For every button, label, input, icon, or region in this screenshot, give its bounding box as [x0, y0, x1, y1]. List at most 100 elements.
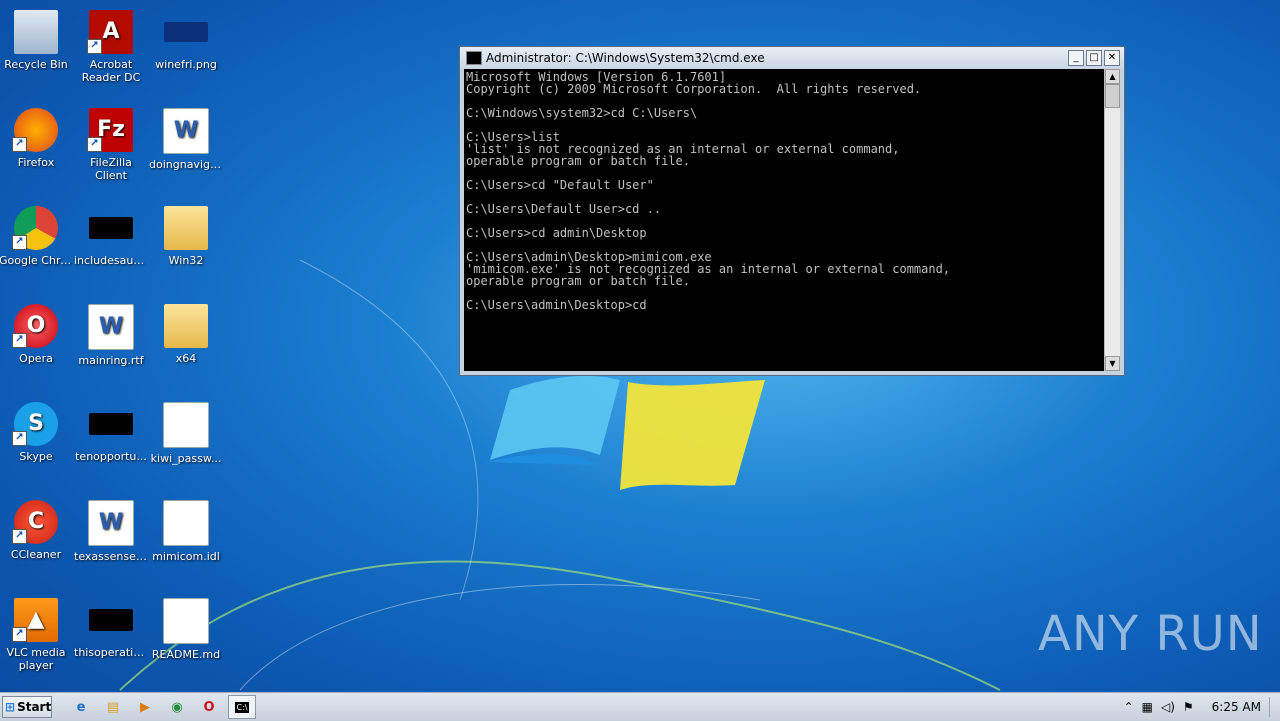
system-tray: ⌃ ▦ ◁) ⚑ 6:25 AM	[1124, 697, 1280, 717]
word-document-icon: W	[88, 304, 134, 350]
cmd-title: Administrator: C:\Windows\System32\cmd.e…	[486, 51, 765, 65]
desktop-icon-label: Acrobat Reader DC	[81, 58, 141, 84]
scroll-down-arrow-icon[interactable]: ▼	[1105, 356, 1120, 371]
console-line: C:\Windows\system32>cd C:\Users\	[466, 106, 698, 120]
desktop-icon-label: doingnaviga...	[149, 158, 223, 171]
desktop-icon[interactable]: O ↗ Opera	[0, 302, 73, 365]
desktop-icon[interactable]: Recycle Bin	[0, 8, 73, 71]
black-file-icon	[89, 609, 133, 631]
word-document-icon: W	[163, 108, 209, 154]
desktop-icon[interactable]: Fz ↗ FileZilla Client	[74, 106, 148, 182]
console-line: C:\Users\admin\Desktop>cd	[466, 298, 647, 312]
taskbar: ⊞ Start e ▤ ▶ ◉ O C:\ ⌃ ▦ ◁) ⚑ 6:25 AM	[0, 692, 1280, 721]
desktop-icon-label: winefri.png	[155, 58, 217, 71]
console-line: C:\Users>cd admin\Desktop	[466, 226, 647, 240]
image-file-icon	[164, 22, 208, 42]
desktop-icon-label: Skype	[19, 450, 53, 463]
console-output[interactable]: Microsoft Windows [Version 6.1.7601] Copy…	[464, 69, 1106, 371]
desktop-icon[interactable]: C ↗ CCleaner	[0, 498, 73, 561]
desktop-icon-label: includesaut...	[74, 254, 148, 267]
firefox-icon: ↗	[12, 108, 58, 152]
console-line: operable program or batch file.	[466, 154, 690, 168]
desktop-icon[interactable]: thisoperatio...	[74, 596, 148, 659]
desktop-icon-label: thisoperatio...	[74, 646, 148, 659]
opera-taskbar-icon[interactable]: O	[196, 696, 222, 718]
desktop-icon-label: Opera	[19, 352, 53, 365]
start-button[interactable]: ⊞ Start	[2, 696, 52, 718]
volume-icon[interactable]: ◁)	[1161, 700, 1175, 714]
shortcut-arrow-icon: ↗	[87, 137, 102, 152]
desktop-icon[interactable]: ↗ Google Chrome	[0, 204, 73, 267]
cmd-window[interactable]: Administrator: C:\Windows\System32\cmd.e…	[459, 46, 1125, 376]
desktop-icon[interactable]: Win32	[149, 204, 223, 267]
desktop-icon-label: Recycle Bin	[4, 58, 68, 71]
shortcut-arrow-icon: ↗	[87, 39, 102, 54]
black-file-icon	[89, 217, 133, 239]
desktop-icon[interactable]: kiwi_passw...	[149, 400, 223, 465]
show-desktop-button[interactable]	[1269, 697, 1270, 717]
media-player-taskbar-icon[interactable]: ▶	[132, 696, 158, 718]
scroll-up-arrow-icon[interactable]: ▲	[1105, 69, 1120, 84]
close-button[interactable]: ✕	[1104, 50, 1120, 66]
shortcut-arrow-icon: ↗	[12, 137, 27, 152]
black-file-icon	[89, 413, 133, 435]
shortcut-arrow-icon: ↗	[12, 333, 27, 348]
desktop-icon[interactable]: ▲ ↗ VLC media player	[0, 596, 73, 672]
desktop-icon[interactable]: Wmainring.rtf	[74, 302, 148, 367]
skype-icon: S ↗	[12, 402, 58, 446]
desktop-icon-label: x64	[175, 352, 197, 365]
word-document-icon: W	[88, 500, 134, 546]
cmd-titlebar[interactable]: Administrator: C:\Windows\System32\cmd.e…	[460, 47, 1124, 69]
maximize-button[interactable]: □	[1086, 50, 1102, 66]
start-label: Start	[17, 700, 52, 714]
folder-icon	[164, 206, 208, 250]
desktop-icon[interactable]: S ↗ Skype	[0, 400, 73, 463]
desktop-icon-label: mimicom.idl	[152, 550, 220, 563]
desktop-icon[interactable]: winefri.png	[149, 8, 223, 71]
desktop-icon[interactable]: Wtexassense.rtf	[74, 498, 148, 563]
desktop-icon[interactable]: mimicom.idl	[149, 498, 223, 563]
action-center-flag-icon[interactable]: ⚑	[1183, 700, 1194, 714]
explorer-taskbar-icon[interactable]: ▤	[100, 696, 126, 718]
blank-file-icon	[163, 402, 209, 448]
blank-file-icon	[163, 500, 209, 546]
minimize-button[interactable]: _	[1068, 50, 1084, 66]
acrobat-icon: A ↗	[87, 10, 133, 54]
shortcut-arrow-icon: ↗	[12, 529, 27, 544]
desktop-icon[interactable]: tenopportu...	[74, 400, 148, 463]
desktop-icon[interactable]: Wdoingnaviga...	[149, 106, 223, 171]
windows-flag-icon: ⊞	[5, 700, 16, 714]
desktop-icon-label: Firefox	[17, 156, 55, 169]
vlc-icon: ▲ ↗	[12, 598, 58, 642]
desktop-icon-label: tenopportu...	[75, 450, 147, 463]
blank-file-icon	[163, 598, 209, 644]
desktop-icon[interactable]: includesaut...	[74, 204, 148, 267]
desktop-icon-label: FileZilla Client	[90, 156, 132, 182]
scroll-thumb[interactable]	[1105, 84, 1120, 108]
cmd-taskbar-icon[interactable]: C:\	[228, 695, 256, 719]
clock[interactable]: 6:25 AM	[1212, 700, 1261, 714]
console-line: Copyright (c) 2009 Microsoft Corporation…	[466, 82, 922, 96]
vertical-scrollbar[interactable]: ▲ ▼	[1104, 69, 1120, 371]
internet-explorer-taskbar-icon[interactable]: e	[68, 696, 94, 718]
desktop-icon[interactable]: x64	[149, 302, 223, 365]
console-line: operable program or batch file.	[466, 274, 690, 288]
desktop-icon-label: VLC media player	[6, 646, 66, 672]
tray-expand-icon[interactable]: ⌃	[1124, 700, 1134, 714]
desktop-icon[interactable]: ↗ Firefox	[0, 106, 73, 169]
desktop-icon[interactable]: README.md	[149, 596, 223, 661]
recycle-bin-icon	[14, 10, 58, 54]
folder-icon	[164, 304, 208, 348]
console-line: C:\Users\Default User>cd ..	[466, 202, 662, 216]
desktop-icon-label: Win32	[168, 254, 204, 267]
desktop-icon-label: CCleaner	[10, 548, 62, 561]
filezilla-icon: Fz ↗	[87, 108, 133, 152]
desktop-icon-label: Google Chrome	[0, 254, 73, 267]
desktop-icon-label: texassense.rtf	[74, 550, 148, 563]
shortcut-arrow-icon: ↗	[12, 431, 27, 446]
chrome-taskbar-icon[interactable]: ◉	[164, 696, 190, 718]
network-icon[interactable]: ▦	[1142, 700, 1153, 714]
watermark: ANY RUN	[1038, 606, 1263, 662]
desktop-icon[interactable]: A ↗ Acrobat Reader DC	[74, 8, 148, 84]
